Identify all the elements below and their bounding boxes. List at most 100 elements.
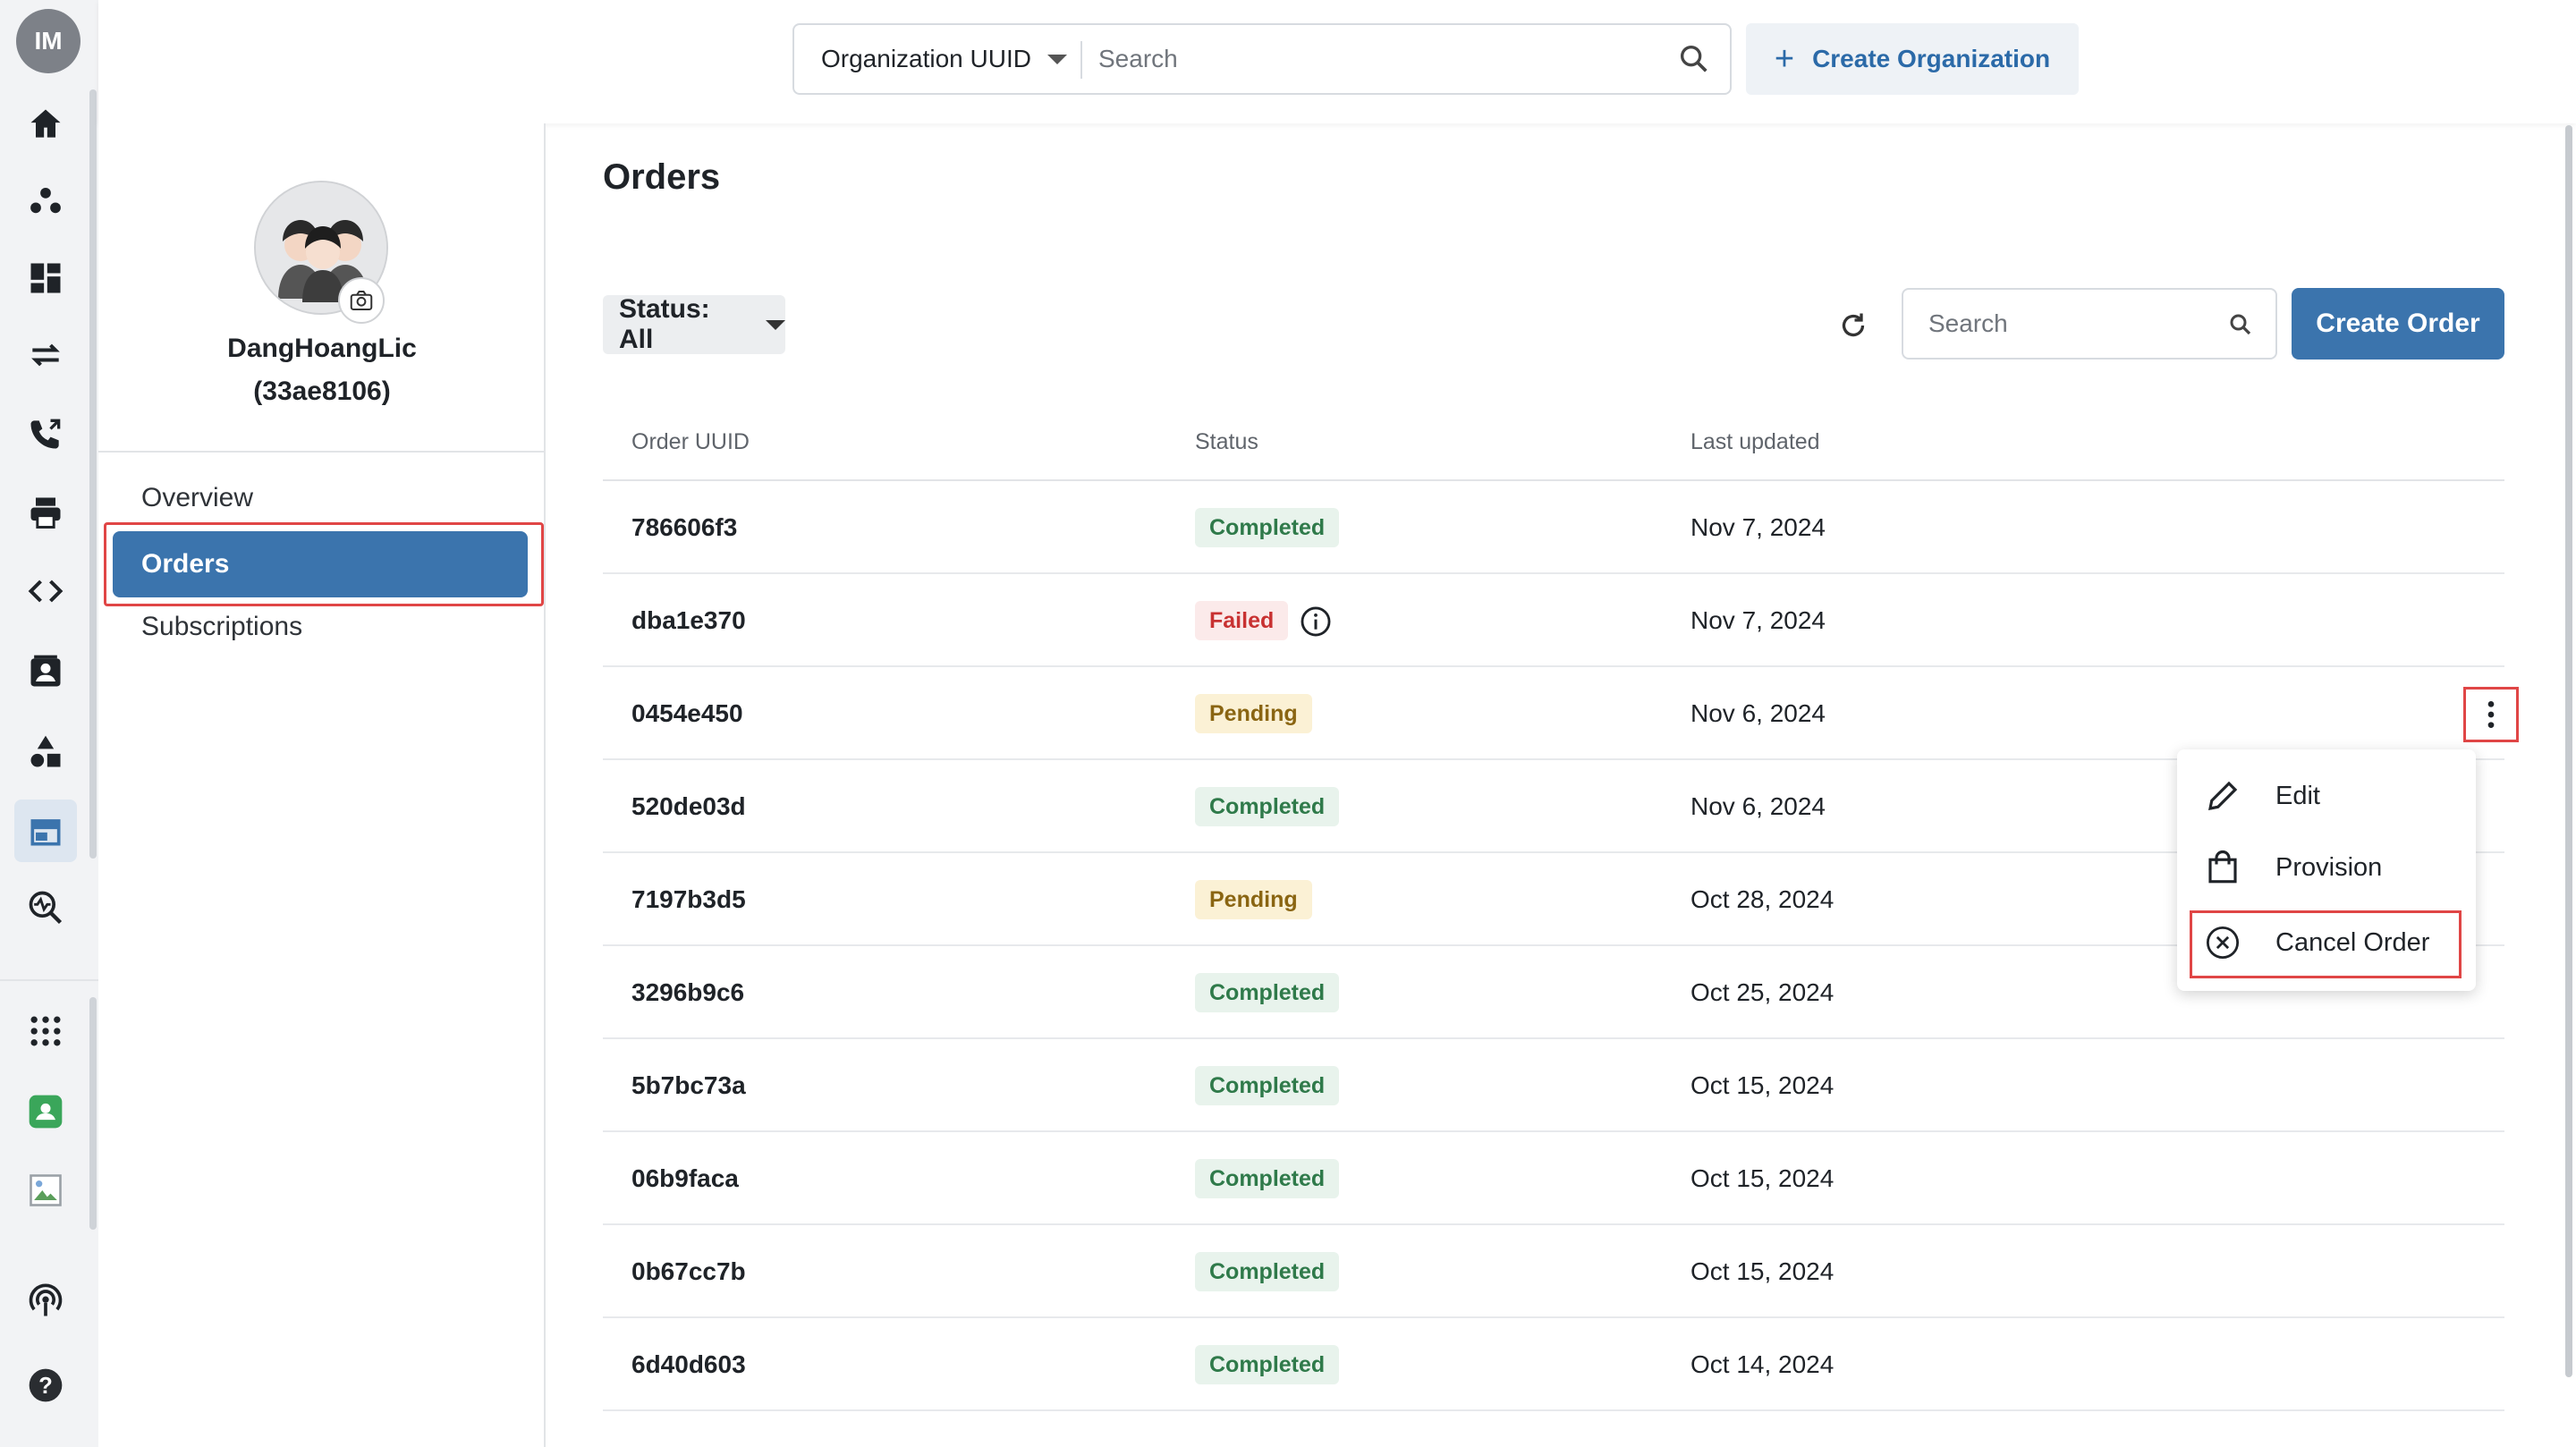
dashboard-icon[interactable] (14, 247, 77, 309)
refresh-icon[interactable] (1826, 299, 1880, 352)
status-badge: Completed (1195, 973, 1340, 1012)
rail-divider (0, 979, 98, 981)
search-icon[interactable] (2227, 311, 2254, 338)
status-badge: Pending (1195, 694, 1312, 733)
menu-item-edit[interactable]: Edit (2177, 760, 2476, 832)
order-uuid: dba1e370 (631, 606, 746, 634)
search-icon[interactable] (1676, 41, 1712, 77)
broken-image-icon[interactable] (14, 1159, 77, 1222)
status-badge: Failed (1195, 601, 1289, 640)
rail-scrollbar-lower[interactable] (89, 997, 97, 1230)
column-header-status[interactable]: Status (1195, 429, 1258, 455)
pencil-icon (2207, 781, 2238, 811)
order-uuid: 0454e450 (631, 699, 743, 727)
table-row[interactable]: 0454e450 Pending Nov 6, 2024 (603, 667, 2519, 760)
status-badge: Completed (1195, 1159, 1340, 1198)
organization-name: DangHoangLic (227, 334, 417, 363)
search-scope-label: Organization UUID (821, 45, 1031, 72)
user-avatar[interactable]: IM (16, 9, 80, 73)
rail-scrollbar[interactable] (89, 89, 97, 859)
transfer-icon[interactable] (14, 324, 77, 386)
column-header-last-updated[interactable]: Last updated (1690, 429, 1820, 455)
monitoring-icon[interactable] (14, 876, 77, 939)
page-title: Orders (603, 157, 721, 197)
table-row[interactable]: dba1e370 Failed Nov 7, 2024 (603, 574, 2504, 667)
status-badge: Completed (1195, 1345, 1340, 1384)
search-divider (1080, 41, 1082, 79)
table-row[interactable]: 0b67cc7b Completed Oct 15, 2024 (603, 1225, 2504, 1318)
orders-search-field[interactable] (1902, 288, 2277, 360)
menu-item-label: Cancel Order (2275, 927, 2430, 957)
cancel-circle-icon (2206, 926, 2240, 960)
orders-search-input[interactable] (1928, 300, 2215, 347)
table-row[interactable]: 6d40d603 Completed Oct 14, 2024 (603, 1318, 2504, 1411)
table-row[interactable]: 06b9faca Completed Oct 15, 2024 (603, 1132, 2504, 1225)
apps-grid-icon[interactable] (14, 1000, 77, 1062)
order-uuid: 5b7bc73a (631, 1071, 746, 1099)
last-updated: Oct 15, 2024 (1690, 1257, 1835, 1285)
status-filter-label: Status: All (619, 294, 710, 354)
app-badge-icon[interactable] (14, 1080, 77, 1143)
last-updated: Oct 28, 2024 (1690, 885, 1835, 913)
nav-item-orders[interactable]: Orders (113, 531, 528, 597)
organization-panel: DangHoangLic (33ae8106) Overview Orders … (98, 123, 546, 1447)
nav-item-overview[interactable]: Overview (141, 483, 253, 513)
page-scrollbar[interactable] (2565, 125, 2572, 1377)
plus-icon: + (1774, 39, 1795, 78)
last-updated: Nov 6, 2024 (1690, 699, 1826, 727)
status-badge: Pending (1195, 880, 1312, 919)
contact-card-icon[interactable] (14, 640, 77, 703)
organization-search-group: Organization UUID (792, 23, 1732, 95)
help-icon[interactable]: ? (14, 1354, 77, 1417)
order-uuid: 6d40d603 (631, 1350, 746, 1378)
camera-icon[interactable] (338, 277, 385, 324)
create-organization-button[interactable]: + Create Organization (1746, 23, 2079, 95)
order-uuid: 7197b3d5 (631, 885, 746, 913)
menu-item-cancel-order[interactable]: Cancel Order (2177, 907, 2476, 978)
app-rail: IM ? (0, 0, 98, 1447)
create-order-button[interactable]: Create Order (2292, 288, 2504, 360)
search-scope-select[interactable]: Organization UUID (821, 25, 1067, 93)
panel-divider (98, 451, 546, 453)
printer-icon[interactable] (14, 481, 77, 544)
table-row[interactable]: 786606f3 Completed Nov 7, 2024 (603, 481, 2504, 574)
menu-item-provision[interactable]: Provision (2177, 832, 2476, 903)
code-icon[interactable] (14, 560, 77, 622)
menu-item-label: Provision (2275, 852, 2383, 882)
row-actions-menu: Edit Provision Cancel Order (2177, 749, 2476, 991)
menu-item-label: Edit (2275, 781, 2320, 810)
shapes-icon[interactable] (14, 721, 77, 783)
status-badge: Completed (1195, 787, 1340, 826)
more-vert-icon (2487, 701, 2495, 728)
phone-icon[interactable] (14, 402, 77, 465)
info-icon[interactable] (1299, 605, 1333, 639)
order-uuid: 3296b9c6 (631, 978, 745, 1006)
chevron-down-icon (1046, 54, 1067, 64)
last-updated: Oct 14, 2024 (1690, 1350, 1835, 1378)
row-actions-button[interactable] (2463, 687, 2519, 742)
podcast-icon[interactable] (14, 1270, 77, 1333)
home-icon[interactable] (14, 93, 77, 156)
nav-item-subscriptions[interactable]: Subscriptions (141, 612, 302, 642)
last-updated: Nov 6, 2024 (1690, 792, 1826, 820)
svg-text:?: ? (38, 1374, 53, 1399)
create-organization-label: Create Organization (1812, 45, 2051, 72)
shopping-bag-icon (2208, 850, 2237, 884)
status-filter-select[interactable]: Status: All (603, 294, 785, 354)
last-updated: Oct 25, 2024 (1690, 978, 1835, 1006)
column-header-uuid[interactable]: Order UUID (631, 429, 750, 455)
organization-search-input[interactable] (1098, 34, 1653, 84)
store-icon[interactable] (14, 800, 77, 862)
groups-icon[interactable] (14, 170, 77, 233)
table-row[interactable]: 5b7bc73a Completed Oct 15, 2024 (603, 1039, 2504, 1132)
status-badge: Completed (1195, 1066, 1340, 1105)
top-bar: Organization UUID + Create Organization (98, 0, 2576, 123)
order-uuid: 0b67cc7b (631, 1257, 746, 1285)
status-badge: Completed (1195, 1252, 1340, 1291)
last-updated: Oct 15, 2024 (1690, 1164, 1835, 1192)
organization-id: (33ae8106) (253, 377, 391, 406)
chevron-down-icon (766, 319, 785, 330)
order-uuid: 06b9faca (631, 1164, 739, 1192)
last-updated: Nov 7, 2024 (1690, 606, 1826, 634)
table-header: Order UUID Status Last updated (603, 402, 2504, 481)
